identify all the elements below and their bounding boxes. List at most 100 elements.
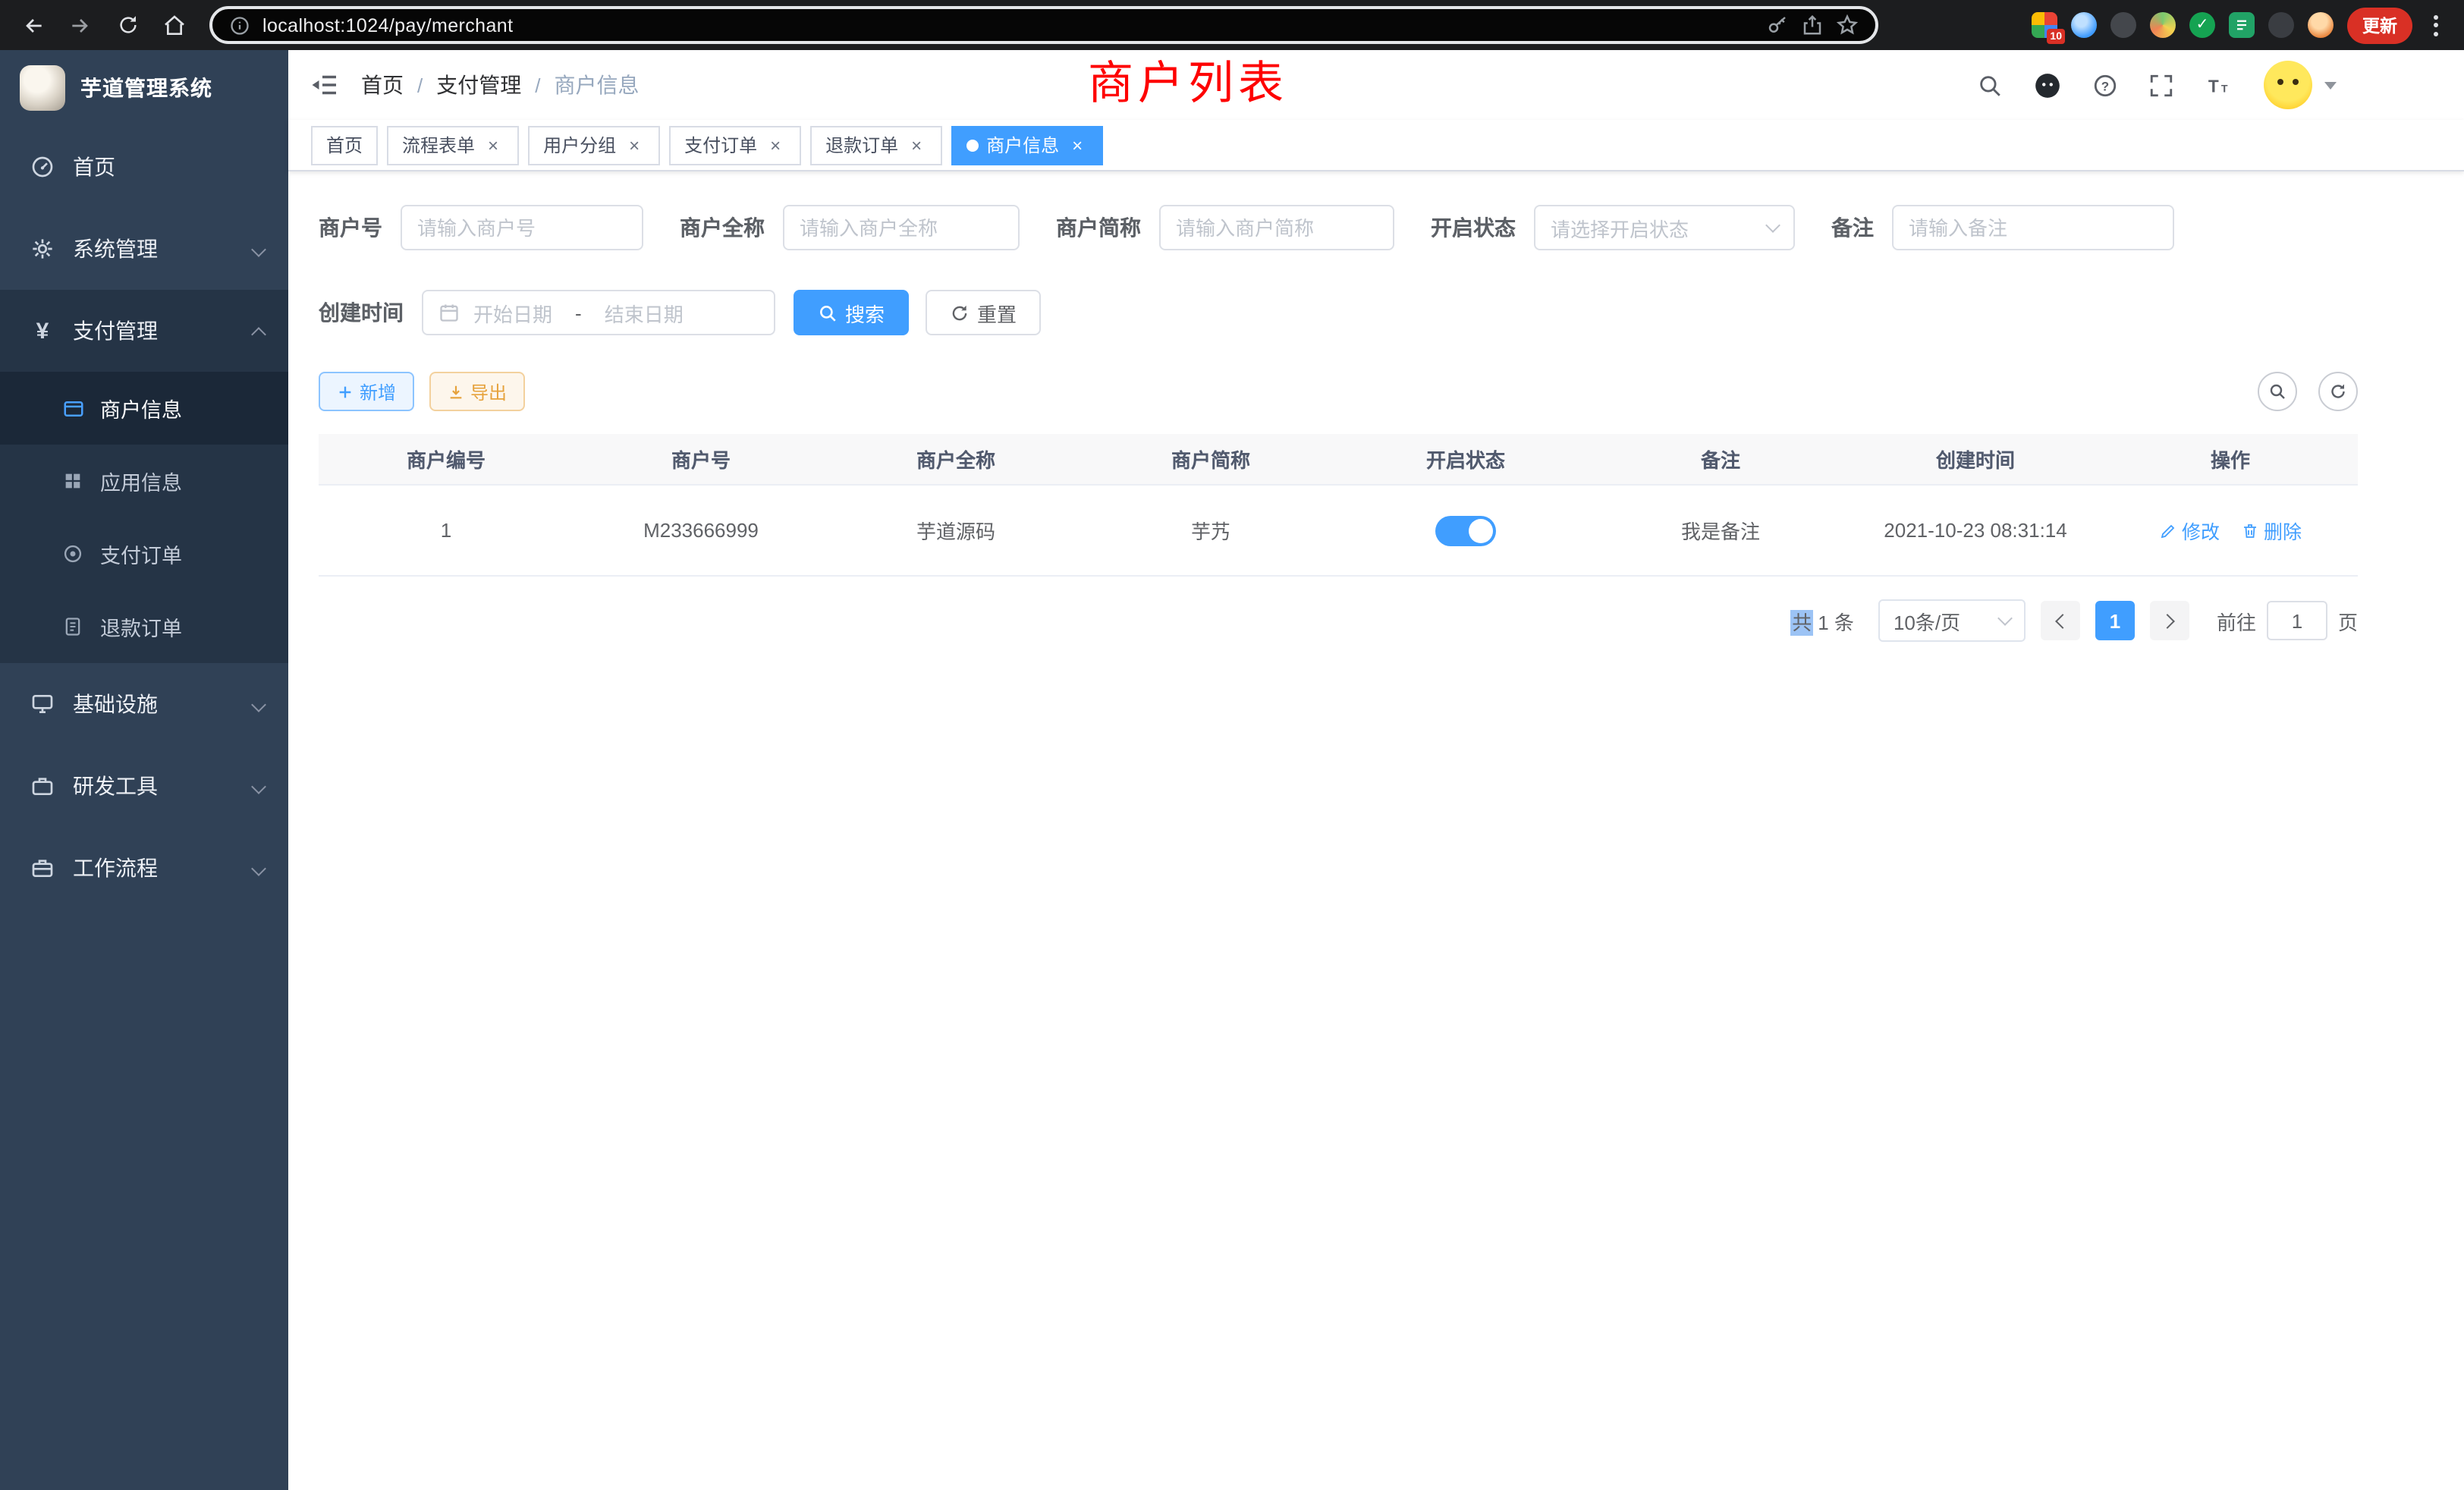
toolbox-icon <box>29 774 56 798</box>
full-name-label: 商户全称 <box>680 212 765 243</box>
selection-highlight: 共 <box>1790 609 1813 635</box>
sidebar-item-home[interactable]: 首页 <box>0 126 288 208</box>
merchant-no-input[interactable] <box>401 205 643 250</box>
browser-menu-icon[interactable] <box>2426 14 2446 36</box>
avatar-image <box>2264 61 2312 109</box>
browser-update-button[interactable]: 更新 <box>2347 7 2412 43</box>
remark-input[interactable] <box>1892 205 2174 250</box>
column-header-create-time: 创建时间 <box>1848 434 2103 484</box>
extension-green-doc-icon[interactable] <box>2229 12 2255 38</box>
reset-button[interactable]: 重置 <box>926 290 1041 335</box>
sidebar-item-infra[interactable]: 基础设施 <box>0 663 288 745</box>
card-icon <box>61 397 85 420</box>
briefcase-icon <box>29 856 56 880</box>
sidebar-item-label: 应用信息 <box>100 466 182 496</box>
yen-icon: ¥ <box>29 318 56 344</box>
delete-button[interactable]: 删除 <box>2241 516 2302 545</box>
toggle-search-button[interactable] <box>2258 372 2297 411</box>
tab-refund-order[interactable]: 退款订单 × <box>810 125 942 165</box>
url-text: localhost:1024/pay/merchant <box>262 14 1754 36</box>
sidebar-item-system[interactable]: 系统管理 <box>0 208 288 290</box>
sidebar-item-merchant-info[interactable]: 商户信息 <box>0 372 288 445</box>
date-range-picker[interactable]: 开始日期 - 结束日期 <box>422 290 775 335</box>
column-header-merchant-no: 商户号 <box>574 434 828 484</box>
extension-dark-circle-icon[interactable] <box>2110 12 2136 38</box>
close-icon[interactable]: × <box>765 134 786 156</box>
close-icon[interactable]: × <box>624 134 645 156</box>
fullscreen-icon[interactable] <box>2148 72 2174 98</box>
chevron-down-icon <box>1997 611 2013 626</box>
search-icon[interactable] <box>1977 72 2003 98</box>
help-icon[interactable]: ? <box>2092 72 2118 98</box>
current-page-button[interactable]: 1 <box>2095 601 2135 640</box>
tags-bar: 首页 流程表单 × 用户分组 × 支付订单 × 退款订单 × <box>288 120 2464 171</box>
edit-button[interactable]: 修改 <box>2159 516 2220 545</box>
close-icon[interactable]: × <box>906 134 927 156</box>
sidebar-item-devtools[interactable]: 研发工具 <box>0 745 288 827</box>
font-size-icon[interactable]: TT <box>2205 72 2233 98</box>
user-avatar[interactable] <box>2264 61 2312 109</box>
extension-knot-icon[interactable] <box>2268 12 2294 38</box>
breadcrumb-home[interactable]: 首页 <box>361 70 404 100</box>
extension-avatar-icon[interactable] <box>2308 12 2334 38</box>
browser-refresh-icon[interactable] <box>109 7 146 43</box>
sidebar-item-refund-order[interactable]: 退款订单 <box>0 590 288 663</box>
extension-green-check-icon[interactable]: ✓ <box>2189 12 2215 38</box>
extension-colorful-circle-icon[interactable] <box>2150 12 2176 38</box>
goto-page-input[interactable] <box>2267 601 2327 640</box>
page-content: 商户号 商户全称 商户简称 开启状态 请选择开启状态 <box>288 171 2464 1490</box>
add-button[interactable]: 新增 <box>319 372 414 411</box>
column-header-short-name: 商户简称 <box>1083 434 1338 484</box>
tab-merchant-info[interactable]: 商户信息 × <box>951 125 1103 165</box>
prev-page-button[interactable] <box>2041 601 2080 640</box>
github-icon[interactable] <box>2033 71 2062 99</box>
breadcrumb-pay[interactable]: 支付管理 <box>436 70 521 100</box>
svg-text:?: ? <box>2101 78 2109 93</box>
pagination-goto: 前往 页 <box>2217 601 2358 640</box>
chevron-down-icon <box>253 244 264 254</box>
active-tab-dot <box>966 139 979 151</box>
cell-merchant-no: M233666999 <box>574 486 828 575</box>
chevron-down-icon <box>253 863 264 873</box>
column-header-remark: 备注 <box>1593 434 1848 484</box>
short-name-input[interactable] <box>1159 205 1394 250</box>
sidebar-item-label: 基础设施 <box>73 689 158 719</box>
site-info-icon[interactable] <box>229 14 250 36</box>
sidebar-item-pay[interactable]: ¥ 支付管理 <box>0 290 288 372</box>
page-size-select[interactable]: 10条/页 <box>1878 599 2026 642</box>
end-date-field[interactable]: 结束日期 <box>605 298 684 327</box>
red-annotation-text: 商户列表 <box>1088 55 1288 115</box>
monitor-icon <box>29 692 56 716</box>
start-date-field[interactable]: 开始日期 <box>473 298 552 327</box>
cell-id: 1 <box>319 486 574 575</box>
refresh-table-button[interactable] <box>2318 372 2358 411</box>
sidebar-item-workflow[interactable]: 工作流程 <box>0 827 288 909</box>
sidebar-item-app-info[interactable]: 应用信息 <box>0 445 288 517</box>
export-button[interactable]: 导出 <box>429 372 525 411</box>
password-key-icon[interactable] <box>1766 14 1789 36</box>
extension-blue-drop-icon[interactable] <box>2071 12 2097 38</box>
hamburger-icon[interactable] <box>311 71 338 99</box>
extension-grid-icon[interactable]: 10 <box>2032 12 2057 38</box>
address-bar[interactable]: localhost:1024/pay/merchant <box>209 6 1878 44</box>
tab-process-form[interactable]: 流程表单 × <box>387 125 519 165</box>
browser-back-icon[interactable] <box>15 7 52 43</box>
breadcrumb-separator: / <box>417 74 423 96</box>
close-icon[interactable]: × <box>482 134 504 156</box>
browser-home-icon[interactable] <box>156 7 193 43</box>
search-button[interactable]: 搜索 <box>794 290 909 335</box>
tab-user-group[interactable]: 用户分组 × <box>528 125 660 165</box>
bookmark-star-icon[interactable] <box>1836 14 1859 36</box>
tab-pay-order[interactable]: 支付订单 × <box>669 125 801 165</box>
status-toggle[interactable] <box>1435 515 1496 545</box>
tab-home[interactable]: 首页 <box>311 125 378 165</box>
cell-status <box>1338 486 1593 575</box>
status-select[interactable]: 请选择开启状态 <box>1534 205 1795 250</box>
sidebar-item-label: 首页 <box>73 152 115 182</box>
close-icon[interactable]: × <box>1067 134 1088 156</box>
share-icon[interactable] <box>1801 14 1824 36</box>
full-name-input[interactable] <box>783 205 1020 250</box>
next-page-button[interactable] <box>2150 601 2189 640</box>
browser-forward-icon[interactable] <box>62 7 99 43</box>
sidebar-item-pay-order[interactable]: 支付订单 <box>0 517 288 590</box>
